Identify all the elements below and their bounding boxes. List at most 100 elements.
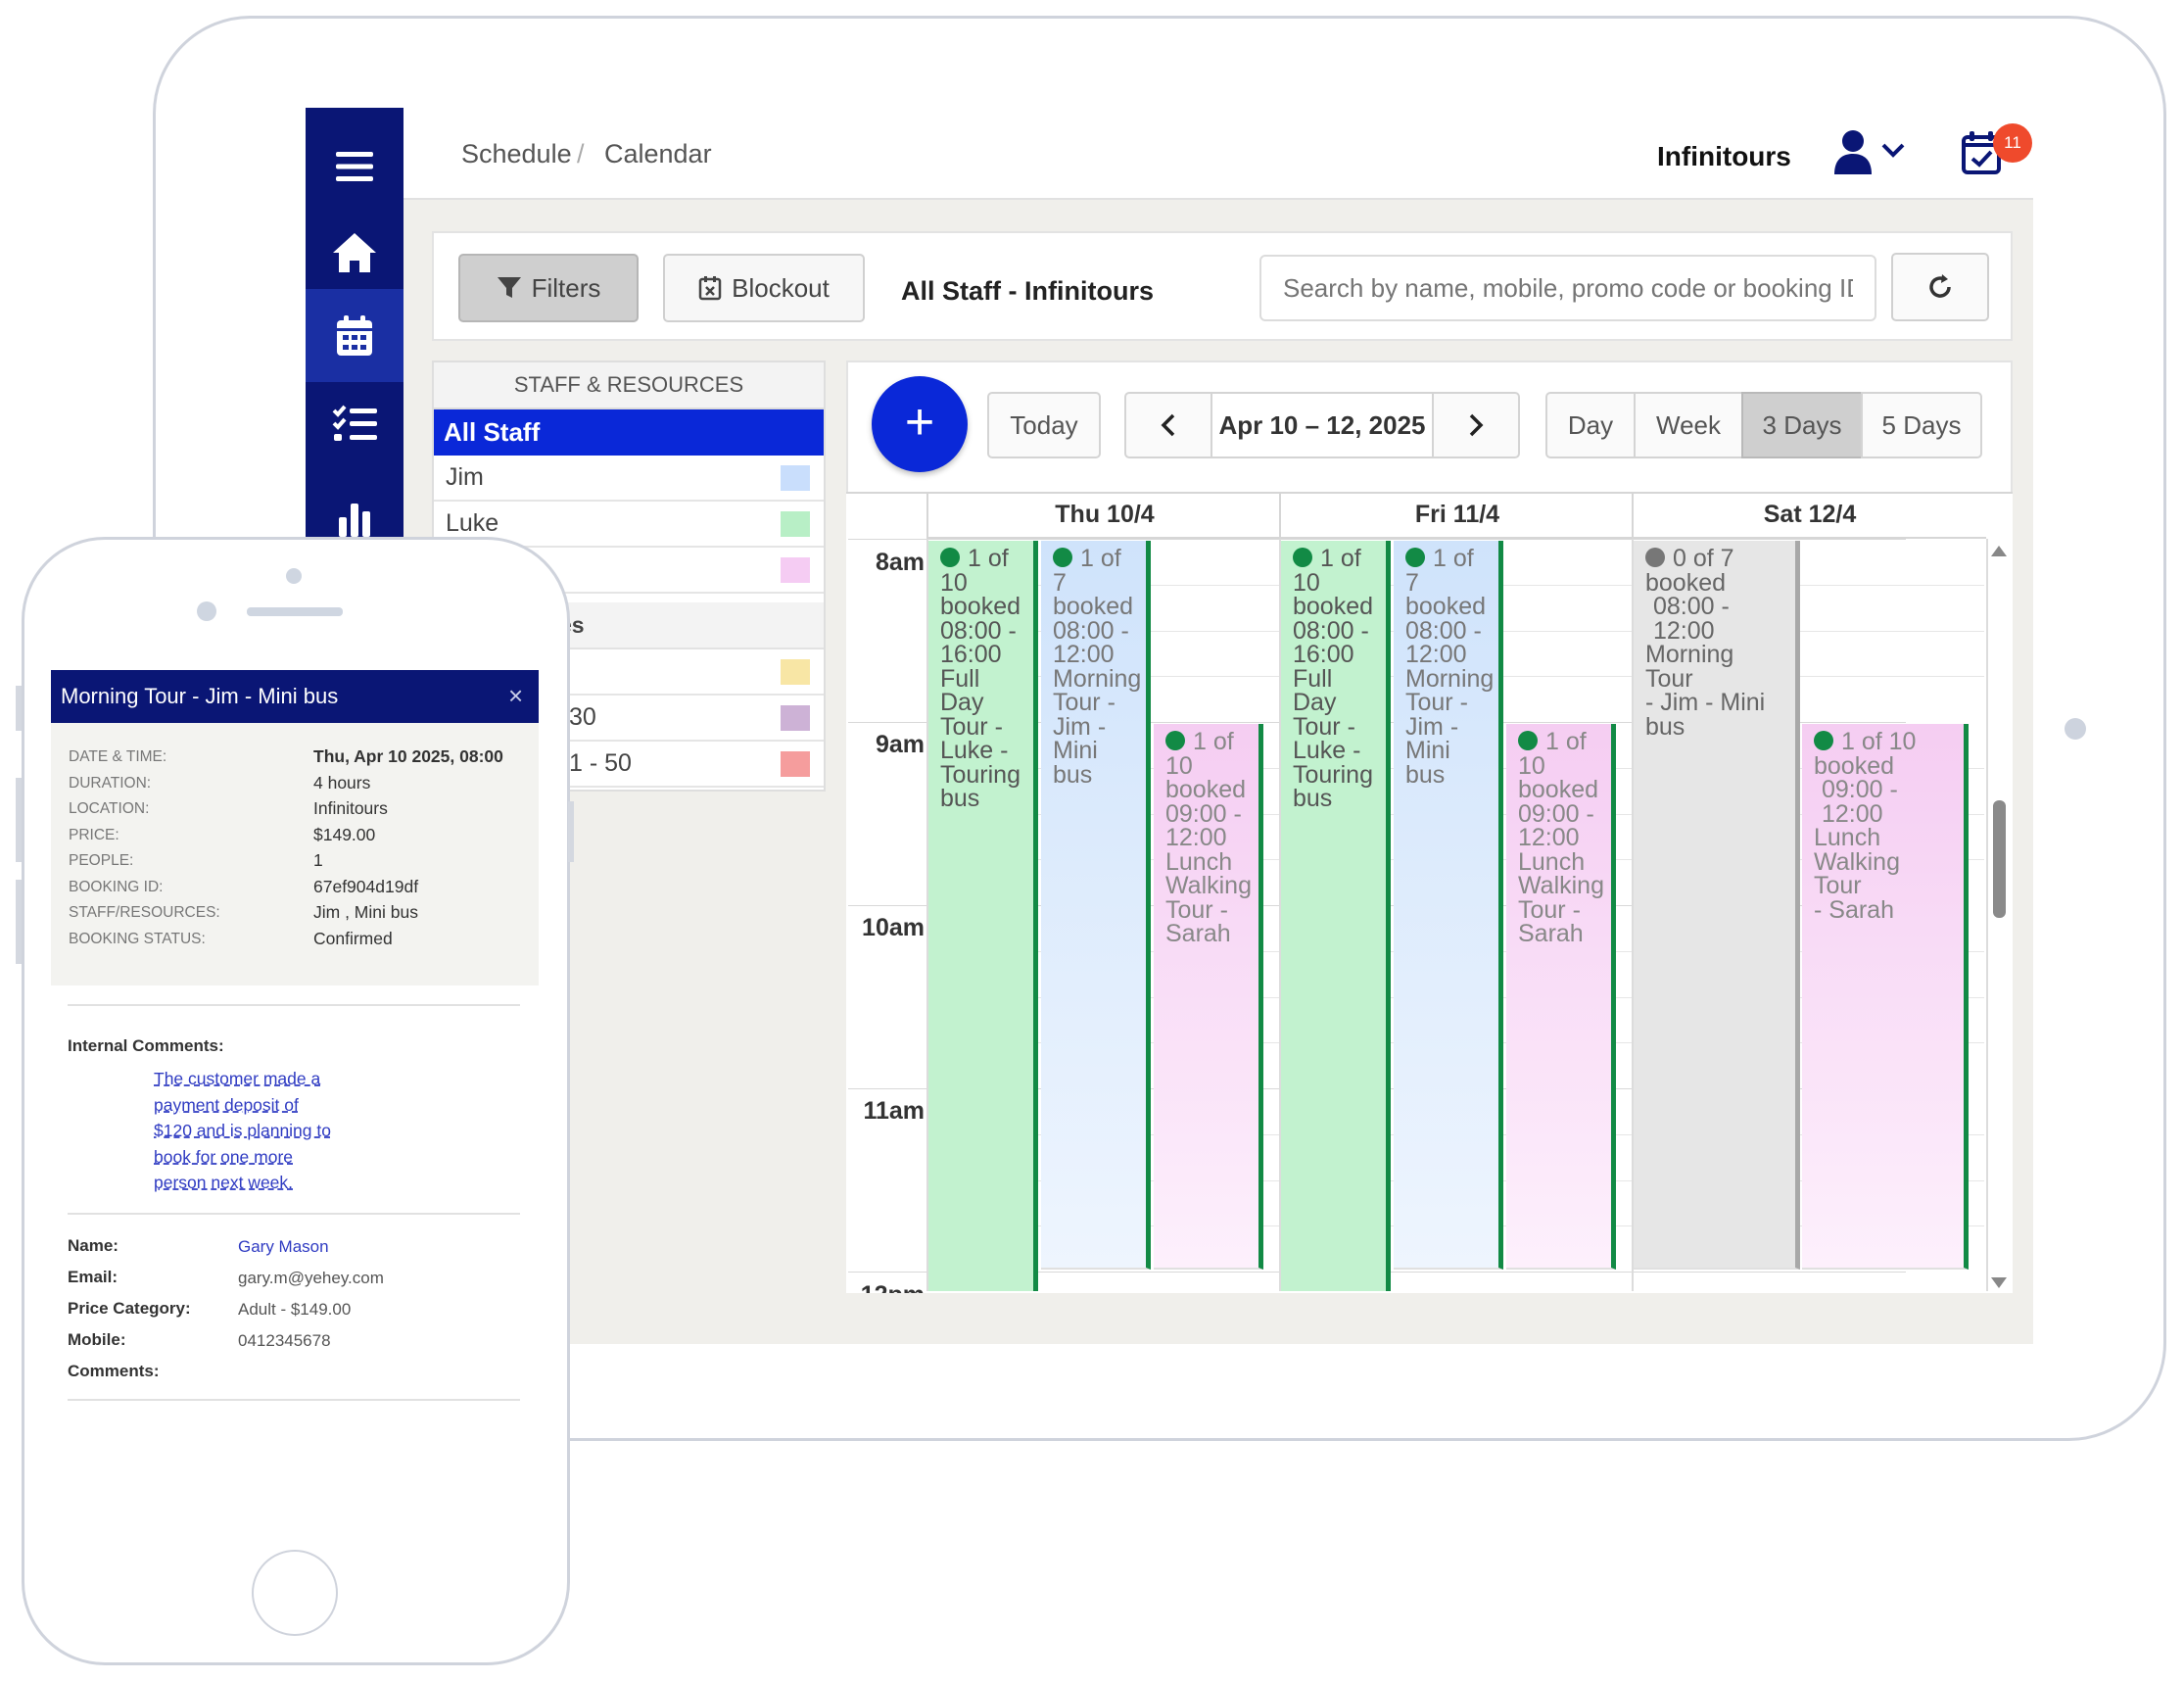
event-text: booked xyxy=(1293,593,1374,620)
today-button[interactable]: Today xyxy=(987,392,1101,458)
calendar-event[interactable]: 1 of 10 booked 09:00 -12:00 Lunch Walking Tour… xyxy=(1154,724,1263,1270)
detail-value: $149.00 xyxy=(313,824,376,844)
detail-value: 67ef904d19df xyxy=(313,876,419,896)
event-text: Jim - xyxy=(1053,712,1107,741)
phone-sensor xyxy=(197,601,216,621)
event-text: 08:00 - xyxy=(940,616,1017,645)
home-icon[interactable] xyxy=(306,206,404,299)
user-menu[interactable] xyxy=(1833,129,1916,181)
resource-color-swatch xyxy=(781,751,810,777)
event-text: Tour - xyxy=(1405,689,1468,716)
event-text: Tour - xyxy=(1293,712,1355,741)
event-text: Sarah xyxy=(1518,920,1584,947)
event-text: bus xyxy=(1645,712,1685,741)
view-day-button[interactable]: Day xyxy=(1545,392,1636,458)
staff-name: Luke xyxy=(446,509,499,537)
refresh-button[interactable] xyxy=(1891,253,1989,321)
prev-button[interactable] xyxy=(1124,392,1212,458)
calendar-event[interactable]: 1 of 10 booked 09:00 -12:00 Lunch Walking Tour… xyxy=(1506,724,1616,1270)
calendar-icon[interactable] xyxy=(306,289,404,382)
event-text: 10 xyxy=(1165,751,1193,780)
close-icon[interactable]: × xyxy=(508,683,523,708)
event-text: 10 xyxy=(940,568,968,597)
staff-item-jim[interactable]: Jim xyxy=(434,456,824,502)
event-text: 08:00 - 12:00 xyxy=(1653,593,1730,645)
event-status-line: 1 of xyxy=(1405,547,1487,571)
detail-value: Thu, Apr 10 2025, 08:00 xyxy=(313,746,503,766)
filters-button[interactable]: Filters xyxy=(458,254,639,322)
customer-label: Price Category: xyxy=(68,1299,191,1318)
event-text: booked xyxy=(1053,593,1134,620)
chevron-left-icon xyxy=(1161,413,1175,437)
internal-comments-text[interactable]: The customer made a payment deposit of $… xyxy=(154,1066,340,1196)
add-booking-button[interactable]: + xyxy=(872,376,968,472)
calendar-event[interactable]: 0 of 7 booked 08:00 - 12:00 Morning Tour - … xyxy=(1634,541,1800,1270)
event-text: Tour - xyxy=(940,712,1003,741)
event-text: 1 of xyxy=(1433,545,1474,572)
event-text: bus xyxy=(1053,760,1093,789)
status-dot-icon xyxy=(1645,548,1665,567)
comment-line: The customer made a xyxy=(154,1069,321,1088)
event-text: Mini xyxy=(1053,737,1098,764)
next-button[interactable] xyxy=(1432,392,1520,458)
staff-name: Jim xyxy=(446,463,484,491)
status-dot-icon xyxy=(1053,548,1072,567)
hour-line xyxy=(848,539,1906,540)
event-text: Walking xyxy=(1518,872,1604,899)
event-status-line: 1 of 10 xyxy=(1814,730,1952,754)
calendar-scrollbar[interactable] xyxy=(1988,542,2010,1292)
event-text: booked xyxy=(1645,568,1727,597)
scrollbar-thumb[interactable] xyxy=(1993,800,2006,918)
filter-icon xyxy=(497,277,521,298)
customer-value: Adult - $149.00 xyxy=(238,1300,352,1319)
calendar-event[interactable]: 1 of 10 booked 08:00 -16:00 Full Day Tour - Lu… xyxy=(1281,541,1391,1291)
time-label-12pm-clip: 12pm xyxy=(848,1279,925,1293)
detail-value: Confirmed xyxy=(313,928,393,948)
view-5days-button[interactable]: 5 Days xyxy=(1861,392,1982,458)
menu-icon[interactable] xyxy=(306,120,404,213)
customer-value[interactable]: Gary Mason xyxy=(238,1237,329,1257)
event-text: 08:00 - xyxy=(1053,616,1129,645)
detail-label: BOOKING STATUS: xyxy=(69,930,206,947)
search-input[interactable] xyxy=(1259,255,1876,321)
event-text: 7 xyxy=(1053,568,1067,597)
view-3days-button[interactable]: 3 Days xyxy=(1741,392,1863,458)
event-text: Touring xyxy=(940,760,1021,789)
tasks-icon[interactable] xyxy=(306,377,404,470)
event-text: 16:00 xyxy=(1293,641,1354,668)
event-text: - Jim - Mini xyxy=(1645,689,1766,716)
event-status-line: 1 of xyxy=(1053,547,1134,571)
event-text: Lunch xyxy=(1165,847,1233,876)
event-text: booked xyxy=(1165,776,1247,803)
resource-color-swatch xyxy=(781,705,810,731)
event-status-line: 1 of xyxy=(1518,730,1599,754)
event-text: Full Day xyxy=(1293,664,1337,716)
event-text: 7 xyxy=(1405,568,1419,597)
event-status-line: 1 of xyxy=(1165,730,1247,754)
modal-title: Morning Tour - Jim - Mini bus xyxy=(61,684,339,708)
phone-camera xyxy=(286,568,302,584)
phone-home-button[interactable] xyxy=(252,1550,338,1636)
calendar-event[interactable]: 1 of 7 booked 08:00 -12:00 Morning Tour - Jim … xyxy=(1041,541,1151,1270)
event-text: Walking xyxy=(1165,872,1252,899)
phone-side-button xyxy=(16,778,22,862)
staff-color-swatch xyxy=(781,465,810,491)
event-text: Luke - xyxy=(940,737,1009,764)
detail-label: PRICE: xyxy=(69,826,119,843)
calendar-event[interactable]: 1 of 7 booked 08:00 -12:00 Morning Tour - Jim … xyxy=(1394,541,1503,1270)
event-text: 09:00 - xyxy=(1518,799,1594,828)
customer-value: gary.m@yehey.com xyxy=(238,1269,384,1287)
event-text: 1 of xyxy=(1320,545,1361,572)
view-week-button[interactable]: Week xyxy=(1634,392,1743,458)
resource-name: 30 xyxy=(569,703,596,731)
chevron-right-icon xyxy=(1469,413,1484,437)
event-text: Morning Tour xyxy=(1645,641,1734,693)
breadcrumb-schedule[interactable]: Schedule xyxy=(461,139,572,169)
modal-header: Morning Tour - Jim - Mini bus xyxy=(51,670,539,723)
calendar-event[interactable]: 1 of 10 booked 08:00 -16:00 Full Day Tour - Lu… xyxy=(928,541,1038,1291)
event-text: Sarah xyxy=(1165,920,1231,947)
blockout-button[interactable]: Blockout xyxy=(663,254,865,322)
calendar-event[interactable]: 1 of 10 booked 09:00 - 12:00 Lunch Walking … xyxy=(1802,724,1969,1270)
event-text: 1 of xyxy=(1545,728,1587,755)
staff-item-all-staff[interactable]: All Staff xyxy=(434,409,824,456)
